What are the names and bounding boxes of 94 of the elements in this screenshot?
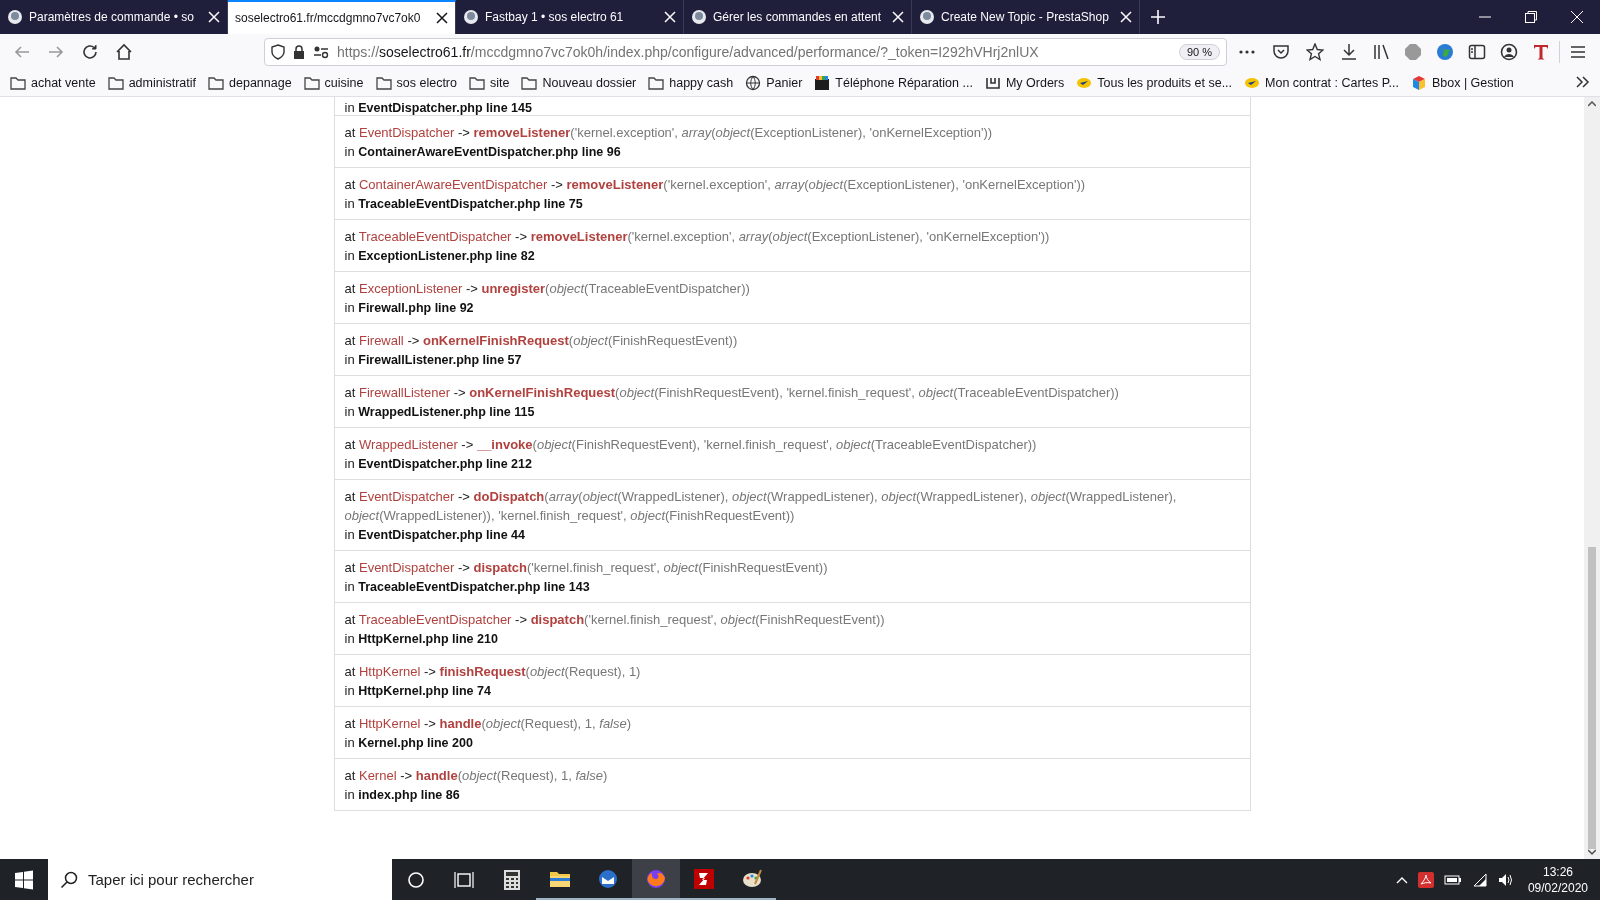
call-signature: at HttpKernel -> finishRequest(object(Request), 1)	[344, 663, 642, 681]
site-icon	[919, 9, 935, 25]
pocket-icon[interactable]	[1272, 43, 1290, 61]
search-icon	[60, 871, 78, 889]
file-location: in ContainerAwareEventDispatcher.php line 96	[344, 143, 622, 161]
folder-icon	[303, 75, 320, 91]
site-icon	[463, 9, 479, 25]
folder-icon	[469, 75, 485, 91]
folder-icon	[208, 75, 225, 91]
sidebar-icon[interactable]	[1468, 43, 1486, 61]
call-signature: at FirewallListener -> onKernelFinishRequest(object(FinishRequestEvent), 'kernel.finish_request', object(TraceableEventDispatcher))	[344, 384, 1120, 402]
call-signature: at Kernel -> handle(object(Request), 1, false)	[344, 767, 609, 785]
storefront-icon	[814, 75, 831, 91]
chevron-up-icon[interactable]	[1395, 875, 1408, 884]
call-signature: at ContainerAwareEventDispatcher -> removeListener('kernel.exception', array(object(ExceptionListener), 'onKernelException'))	[344, 176, 1087, 194]
bookmark[interactable]: sos electro	[375, 75, 457, 91]
close-icon[interactable]	[436, 12, 448, 24]
bookmark[interactable]: cuisine	[303, 75, 364, 91]
menu-icon[interactable]	[1569, 43, 1587, 61]
file-location: in index.php line 86	[344, 786, 461, 804]
globe-icon[interactable]	[1436, 43, 1454, 61]
bookmark[interactable]: Panier	[745, 75, 803, 91]
bookmark[interactable]: happy cash	[648, 75, 734, 91]
calculator-icon[interactable]	[501, 868, 523, 891]
file-location: in ExceptionListener.php line 82	[344, 247, 536, 265]
tray-icon	[984, 75, 1001, 91]
new-tab-icon[interactable]	[1150, 9, 1166, 25]
file-location: in Firewall.php line 92	[344, 299, 475, 317]
scroll-up-icon[interactable]	[1588, 101, 1596, 107]
browser-tab[interactable]: soselectro61.fr/mccdgmno7vc7ok0	[228, 0, 456, 34]
address-bar[interactable]: https://soselectro61.fr/mccdgmno7vc7ok0h/index.php/configure/advanced/performance/?_token=I292hVHrj2nlUX 90 %	[264, 38, 1227, 66]
bookmark[interactable]: Mon contrat : Cartes P...	[1244, 75, 1399, 91]
restore-icon[interactable]	[1523, 9, 1539, 25]
bookmark[interactable]: My Orders	[984, 75, 1065, 91]
bookmark[interactable]: depannage	[208, 75, 292, 91]
file-location: in HttpKernel.php line 74	[344, 682, 492, 700]
file-location: in HttpKernel.php line 210	[344, 630, 499, 648]
globe-icon	[745, 75, 762, 91]
folder-icon	[107, 75, 124, 91]
library-icon[interactable]	[1372, 43, 1390, 61]
battery-icon[interactable]	[1443, 873, 1462, 886]
acrobat-icon[interactable]	[1417, 871, 1434, 888]
url-text: https://soselectro61.fr/mccdgmno7vc7ok0h/index.php/configure/advanced/performance/?_token=I292hVHrj2nlUX	[337, 44, 1040, 60]
file-location: in EventDispatcher.php line 212	[344, 455, 533, 473]
file-location: in EventDispatcher.php line 145	[343, 99, 533, 115]
bookmark[interactable]: administratif	[107, 75, 197, 91]
folder-icon	[10, 75, 26, 91]
call-signature: at TraceableEventDispatcher -> dispatch('kernel.finish_request', object(FinishRequestEvent))	[344, 611, 886, 629]
file-location: in TraceableEventDispatcher.php line 143	[344, 578, 591, 596]
chevrons-icon[interactable]	[1576, 76, 1590, 88]
site-icon	[7, 9, 23, 25]
site-icon	[691, 9, 707, 25]
download-icon[interactable]	[1340, 43, 1358, 61]
serif-t-icon[interactable]	[1532, 43, 1550, 61]
folder-icon	[648, 75, 665, 91]
call-signature: at Firewall -> onKernelFinishRequest(object(FinishRequestEvent))	[344, 332, 739, 350]
file-location: in EventDispatcher.php line 44	[344, 526, 526, 544]
clock-time[interactable]: 13:26	[1542, 863, 1573, 880]
bookmark[interactable]: achat vente	[10, 75, 96, 91]
file-location: in FirewallListener.php line 57	[344, 351, 523, 369]
lock-icon	[293, 45, 305, 59]
scroll-down-icon[interactable]	[1588, 849, 1596, 855]
scrollbar-thumb[interactable]	[1588, 546, 1596, 850]
bookmark[interactable]: Tous les produits et se...	[1076, 75, 1233, 91]
bookmark[interactable]: Téléphone Réparation ...	[814, 75, 973, 91]
call-signature: at WrappedListener -> __invoke(object(FinishRequestEvent), 'kernel.finish_request', object(TraceableEventDispatcher))	[344, 436, 1038, 454]
windows-logo-icon[interactable]	[13, 868, 35, 891]
file-location: in TraceableEventDispatcher.php line 75	[344, 195, 584, 213]
bookmark[interactable]: site	[469, 75, 510, 91]
scrollbar[interactable]	[1584, 97, 1600, 859]
cube-icon	[1410, 75, 1427, 91]
call-signature: at EventDispatcher -> dispatch('kernel.finish_request', object(FinishRequestEvent))	[344, 559, 829, 577]
home-icon[interactable]	[115, 43, 133, 61]
clock-date[interactable]: 09/02/2020	[1527, 879, 1588, 896]
shield-icon	[271, 44, 285, 60]
zoom-badge[interactable]: 90 %	[1178, 44, 1220, 60]
call-signature: at EventDispatcher -> doDispatch(array(object(WrappedListener), object(WrappedListener), object(WrappedListener), object(WrappedListener), object(WrappedListener)), 'kernel.finish_request', object(FinishRequestEvent))	[344, 488, 1178, 525]
call-signature: at TraceableEventDispatcher -> removeListener('kernel.exception', array(object(ExceptionListener), 'onKernelException'))	[344, 228, 1051, 246]
call-signature: at ExceptionListener -> unregister(object(TraceableEventDispatcher))	[344, 280, 751, 298]
paint-palette-icon[interactable]	[741, 867, 763, 890]
folder-icon	[375, 75, 392, 91]
folder-icon	[521, 75, 538, 91]
speaker-icon[interactable]	[1497, 872, 1514, 887]
call-signature: at EventDispatcher -> removeListener('kernel.exception', array(object(ExceptionListener), 'onKernelException'))	[344, 124, 994, 142]
star-icon[interactable]	[1306, 43, 1324, 61]
reload-icon[interactable]	[81, 43, 99, 61]
taskbar-search-field[interactable]: Taper ici pour rechercher	[48, 859, 392, 900]
account-icon[interactable]	[1500, 43, 1518, 61]
file-location: in WrappedListener.php line 115	[344, 403, 536, 421]
file-location: in Kernel.php line 200	[344, 734, 474, 752]
permissions-icon	[313, 45, 329, 59]
bookmark[interactable]: Nouveau dossier	[521, 75, 637, 91]
bookmark[interactable]: Bbox | Gestion	[1410, 75, 1514, 91]
call-signature: at HttpKernel -> handle(object(Request), 1, false)	[344, 715, 633, 733]
